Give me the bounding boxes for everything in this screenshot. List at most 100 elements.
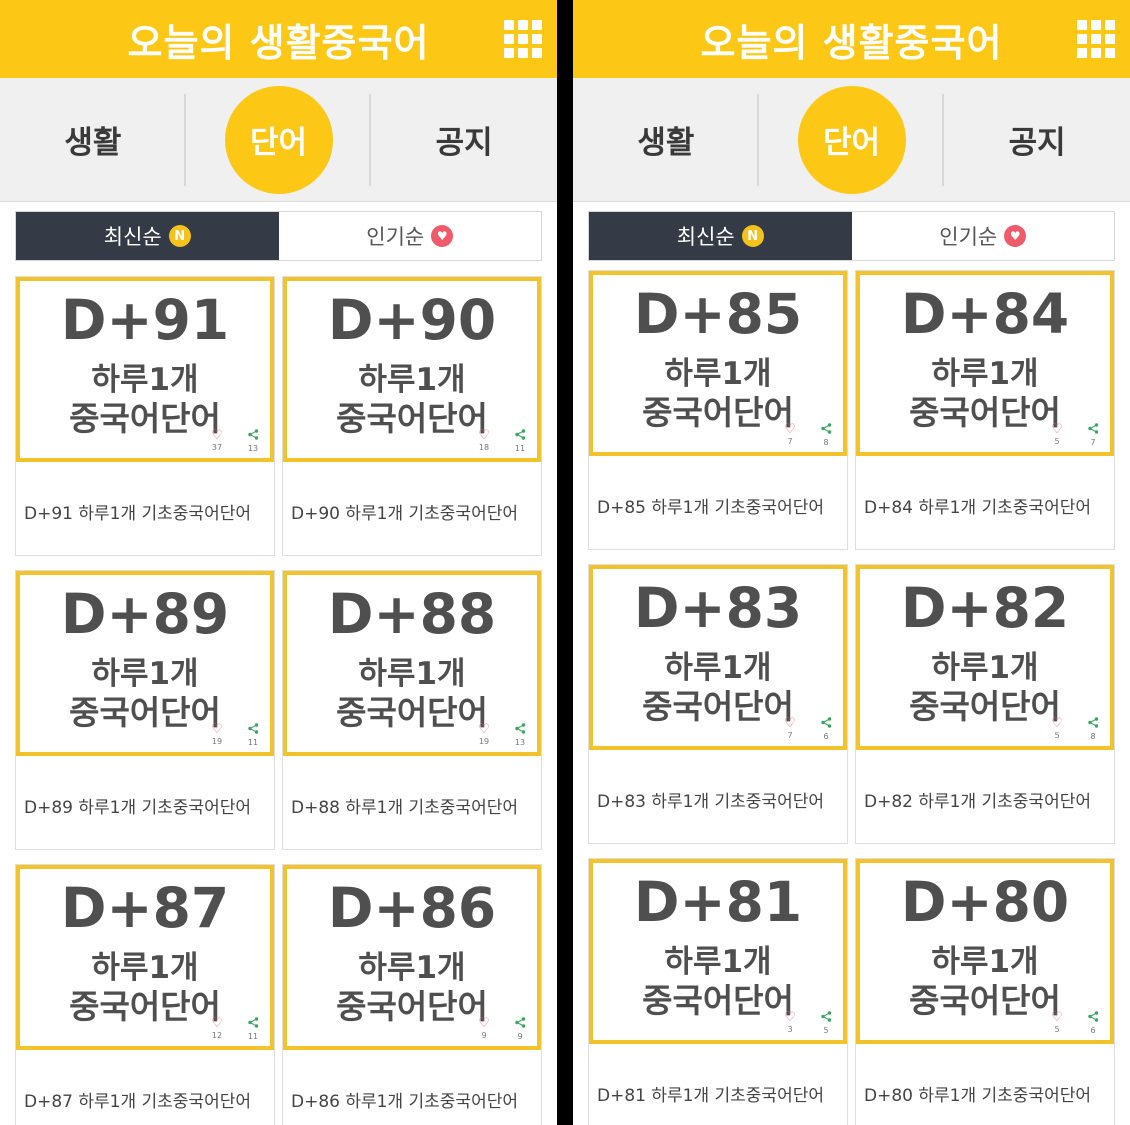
post-thumbnail: D+90 하루1개 중국어단어 ♡ 18 11 — [283, 277, 541, 462]
share-button[interactable]: 13 — [246, 429, 260, 454]
sort-popular-button[interactable]: 인기순 ♥ — [279, 212, 542, 260]
like-button[interactable]: ♡ 19 — [477, 723, 491, 747]
like-button[interactable]: ♡ 5 — [1050, 423, 1064, 447]
dday-number: D+85 — [633, 282, 803, 346]
post-card[interactable]: D+90 하루1개 중국어단어 ♡ 18 11 D+90 하루1개 기초중국어단어 — [282, 276, 542, 556]
new-badge-icon: N — [168, 225, 191, 247]
sort-toggle: 최신순 N 인기순 ♥ — [588, 211, 1115, 261]
share-button[interactable]: 13 — [513, 723, 527, 748]
thumb-line1: 하루1개 — [931, 356, 1039, 392]
heart-icon: ♡ — [478, 722, 490, 737]
heart-icon: ♡ — [784, 1010, 796, 1025]
like-button[interactable]: ♡ 12 — [210, 1017, 224, 1041]
share-icon — [246, 723, 260, 737]
post-card[interactable]: D+84 하루1개 중국어단어 ♡ 5 7 D+84 하루1개 기초중국어단어 — [855, 270, 1115, 550]
post-card[interactable]: D+88 하루1개 중국어단어 ♡ 19 13 D+88 하루1개 기초중국어단어 — [282, 570, 542, 850]
thumb-line2: 중국어단어 — [336, 693, 488, 732]
share-button[interactable]: 5 — [819, 1011, 833, 1036]
category-tab-words[interactable]: 단어 — [759, 78, 945, 201]
like-button[interactable]: ♡ 7 — [783, 423, 797, 447]
share-icon — [1086, 717, 1100, 731]
app-header: 오늘의 생활중국어 — [573, 0, 1130, 78]
share-count: 6 — [1090, 1026, 1096, 1035]
post-card[interactable]: D+87 하루1개 중국어단어 ♡ 12 11 D+87 하루1개 기초중국어단어 — [15, 864, 275, 1125]
like-button[interactable]: ♡ 19 — [210, 723, 224, 747]
share-button[interactable]: 6 — [1086, 1011, 1100, 1036]
like-button[interactable]: ♡ 18 — [477, 429, 491, 453]
like-button[interactable]: ♡ 5 — [1050, 717, 1064, 741]
post-card[interactable]: D+85 하루1개 중국어단어 ♡ 7 8 D+85 하루1개 기초중국어단어 — [588, 270, 848, 550]
share-button[interactable]: 8 — [1086, 717, 1100, 742]
share-count: 7 — [1090, 438, 1096, 447]
post-card[interactable]: D+91 하루1개 중국어단어 ♡ 37 13 D+91 하루1개 기초중국어단어 — [15, 276, 275, 556]
app-screen-left: 오늘의 생활중국어 생활 단어 공지 최신순 N 인기순 ♥ D+91 하루1개 중… — [0, 0, 557, 1125]
thumb-line2: 중국어단어 — [69, 987, 221, 1026]
like-count: 7 — [787, 437, 793, 446]
post-card[interactable]: D+86 하루1개 중국어단어 ♡ 9 9 D+86 하루1개 기초중국어단어 — [282, 864, 542, 1125]
share-count: 13 — [514, 738, 526, 747]
share-count: 5 — [823, 1026, 829, 1035]
post-caption: D+84 하루1개 기초중국어단어 — [864, 498, 1091, 518]
share-button[interactable]: 8 — [819, 423, 833, 448]
sort-latest-button[interactable]: 최신순 N — [589, 212, 852, 260]
like-button[interactable]: ♡ 3 — [783, 1011, 797, 1035]
share-button[interactable]: 11 — [246, 723, 260, 748]
category-tab-life[interactable]: 생활 — [0, 78, 186, 201]
dday-number: D+81 — [633, 870, 803, 934]
post-caption: D+89 하루1개 기초중국어단어 — [24, 798, 251, 818]
post-caption: D+81 하루1개 기초중국어단어 — [597, 1086, 824, 1106]
like-button[interactable]: ♡ 9 — [477, 1017, 491, 1041]
heart-icon: ♡ — [784, 422, 796, 437]
grid-menu-icon[interactable] — [1077, 20, 1115, 58]
category-tab-notice[interactable]: 공지 — [371, 78, 557, 201]
post-card[interactable]: D+81 하루1개 중국어단어 ♡ 3 5 D+81 하루1개 기초중국어단어 — [588, 858, 848, 1125]
sort-toggle: 최신순 N 인기순 ♥ — [15, 211, 542, 261]
thumb-line1: 하루1개 — [91, 362, 199, 398]
post-caption: D+85 하루1개 기초중국어단어 — [597, 498, 824, 518]
share-icon — [513, 723, 527, 737]
app-title: 오늘의 생활중국어 — [700, 20, 1003, 65]
category-tab-life[interactable]: 생활 — [573, 78, 759, 201]
heart-icon: ♡ — [211, 428, 223, 443]
post-card[interactable]: D+80 하루1개 중국어단어 ♡ 5 6 D+80 하루1개 기초중국어단어 — [855, 858, 1115, 1125]
thumb-line2: 중국어단어 — [69, 399, 221, 438]
thumb-line2: 중국어단어 — [909, 687, 1061, 726]
heart-badge-icon: ♥ — [1004, 225, 1027, 247]
like-count: 3 — [787, 1025, 793, 1034]
sort-popular-button[interactable]: 인기순 ♥ — [852, 212, 1115, 260]
like-button[interactable]: ♡ 5 — [1050, 1011, 1064, 1035]
share-button[interactable]: 6 — [819, 717, 833, 742]
share-button[interactable]: 11 — [513, 429, 527, 454]
thumb-line2: 중국어단어 — [69, 693, 221, 732]
post-caption: D+91 하루1개 기초중국어단어 — [24, 504, 251, 524]
share-icon — [819, 1011, 833, 1025]
like-count: 18 — [478, 443, 490, 452]
share-button[interactable]: 9 — [513, 1017, 527, 1042]
category-tab-words[interactable]: 단어 — [186, 78, 372, 201]
dday-number: D+83 — [633, 576, 803, 640]
post-caption: D+88 하루1개 기초중국어단어 — [291, 798, 518, 818]
post-card[interactable]: D+83 하루1개 중국어단어 ♡ 7 6 D+83 하루1개 기초중국어단어 — [588, 564, 848, 844]
post-caption: D+80 하루1개 기초중국어단어 — [864, 1086, 1091, 1106]
post-card[interactable]: D+89 하루1개 중국어단어 ♡ 19 11 D+89 하루1개 기초중국어단어 — [15, 570, 275, 850]
category-tab-notice[interactable]: 공지 — [944, 78, 1130, 201]
sort-latest-button[interactable]: 최신순 N — [16, 212, 279, 260]
grid-menu-icon[interactable] — [504, 20, 542, 58]
post-caption: D+82 하루1개 기초중국어단어 — [864, 792, 1091, 812]
new-badge-icon: N — [741, 225, 764, 247]
share-icon — [513, 429, 527, 443]
like-button[interactable]: ♡ 37 — [210, 429, 224, 453]
share-icon — [819, 423, 833, 437]
like-button[interactable]: ♡ 7 — [783, 717, 797, 741]
share-button[interactable]: 7 — [1086, 423, 1100, 448]
post-card[interactable]: D+82 하루1개 중국어단어 ♡ 5 8 D+82 하루1개 기초중국어단어 — [855, 564, 1115, 844]
share-button[interactable]: 11 — [246, 1017, 260, 1042]
thumb-line2: 중국어단어 — [336, 987, 488, 1026]
post-thumbnail: D+85 하루1개 중국어단어 ♡ 7 8 — [589, 271, 847, 456]
app-screen-right: 오늘의 생활중국어 생활 단어 공지 최신순 N 인기순 ♥ D+85 하루1개중… — [573, 0, 1130, 1125]
app-title: 오늘의 생활중국어 — [127, 20, 430, 65]
dday-number: D+91 — [60, 288, 230, 352]
dday-number: D+80 — [900, 870, 1070, 934]
post-thumbnail: D+88 하루1개 중국어단어 ♡ 19 13 — [283, 571, 541, 756]
post-thumbnail: D+91 하루1개 중국어단어 ♡ 37 13 — [16, 277, 274, 462]
